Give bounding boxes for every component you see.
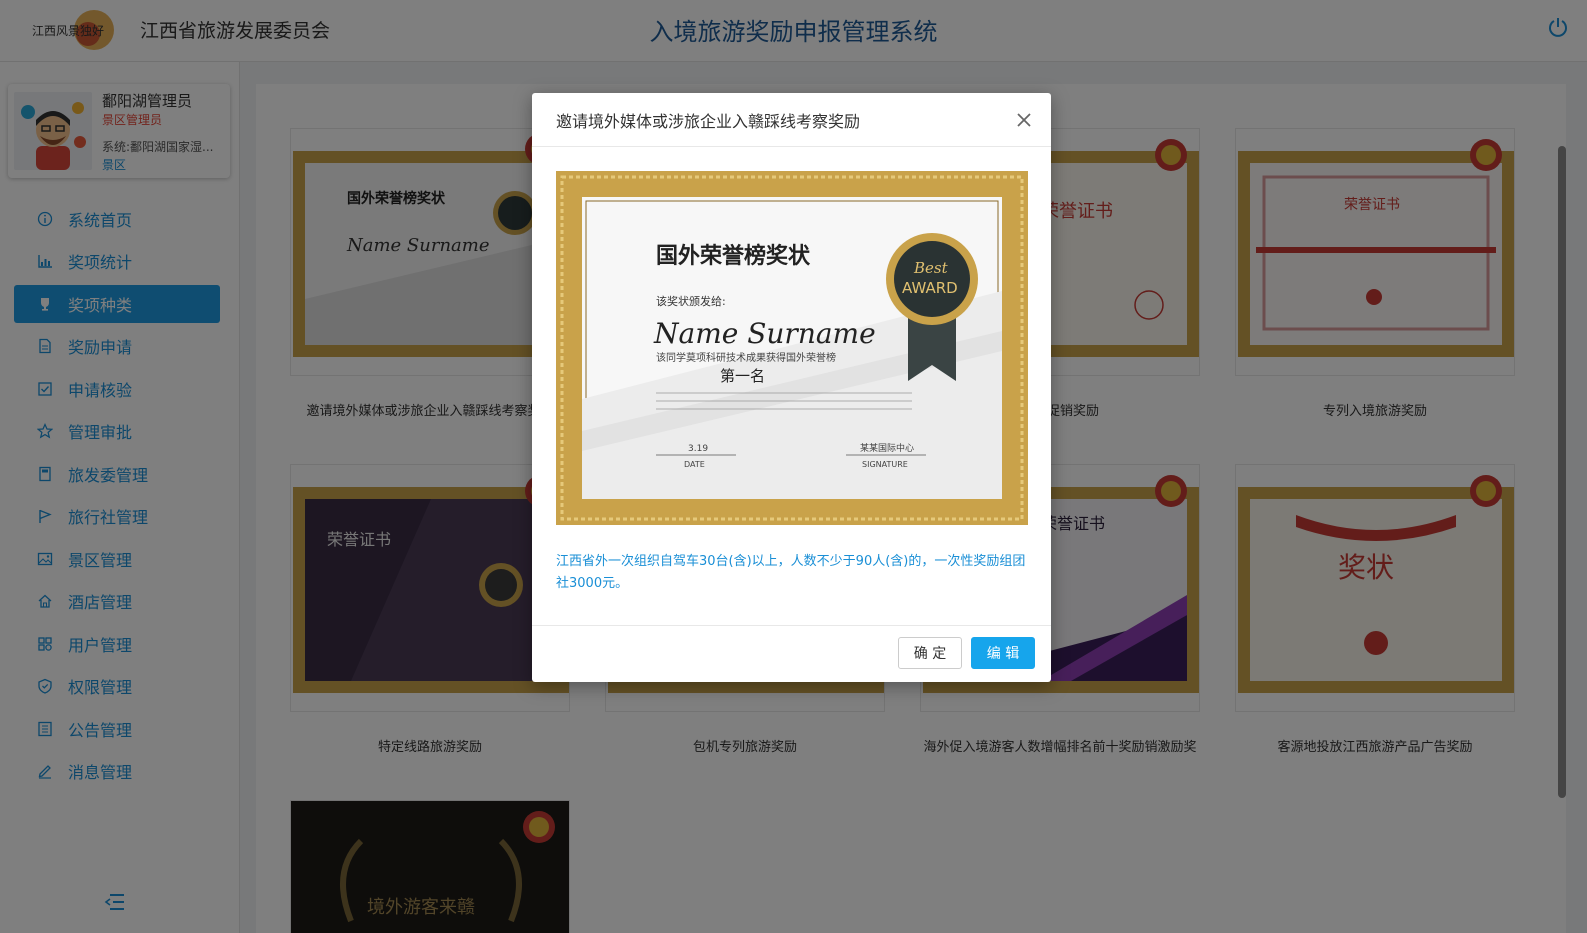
svg-text:国外荣誉榜奖状: 国外荣誉榜奖状 (656, 243, 811, 269)
award-detail-modal: 邀请境外媒体或涉旅企业入赣踩线考察奖励 国外荣誉榜奖状 该奖状颁发给: Name… (532, 93, 1051, 682)
edit-button[interactable]: 编 辑 (971, 637, 1035, 669)
modal-header: 邀请境外媒体或涉旅企业入赣踩线考察奖励 (532, 93, 1051, 147)
confirm-button[interactable]: 确 定 (898, 637, 962, 669)
modal-title: 邀请境外媒体或涉旅企业入赣踩线考察奖励 (556, 112, 861, 131)
close-icon[interactable] (1015, 111, 1033, 129)
svg-text:SIGNATURE: SIGNATURE (862, 460, 908, 469)
svg-text:该同学莫项科研技术成果获得国外荣誉榜: 该同学莫项科研技术成果获得国外荣誉榜 (656, 351, 836, 364)
svg-text:Best: Best (913, 259, 949, 277)
modal-footer: 确 定 编 辑 (532, 625, 1051, 682)
svg-text:该奖状颁发给:: 该奖状颁发给: (656, 294, 726, 308)
award-description: 江西省外一次组织自驾车30台(含)以上，人数不少于90人(含)的，一次性奖励组团… (556, 554, 1026, 591)
svg-text:第一名: 第一名 (720, 367, 765, 385)
svg-text:Name Surname: Name Surname (653, 317, 876, 350)
svg-text:3.19: 3.19 (688, 444, 708, 454)
svg-text:某某国际中心: 某某国际中心 (860, 442, 914, 454)
svg-text:DATE: DATE (684, 460, 705, 469)
certificate-image: 国外荣誉榜奖状 该奖状颁发给: Name Surname 该同学莫项科研技术成果… (556, 171, 1028, 525)
svg-text:AWARD: AWARD (902, 279, 958, 297)
